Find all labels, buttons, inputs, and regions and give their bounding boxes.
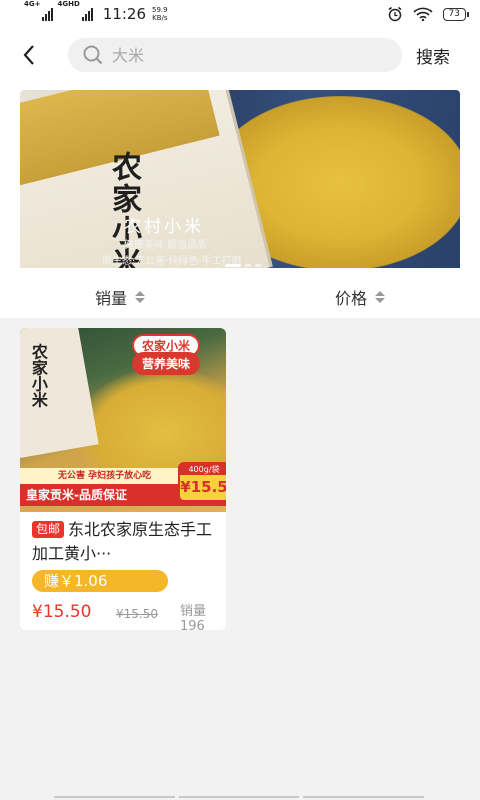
carousel-indicator (225, 264, 261, 267)
chevron-left-icon (23, 45, 34, 65)
clock: 11:26 (102, 5, 147, 23)
original-price: ¥15.50 (116, 607, 158, 621)
back-button[interactable] (22, 40, 52, 70)
banner-subtitle-1: 健康美味·超值品质 (124, 240, 208, 251)
signal-icon (42, 7, 54, 21)
network-type-1: 4G+ (24, 0, 41, 8)
search-input[interactable] (112, 45, 372, 65)
free-shipping-badge: 包邮 (32, 521, 65, 538)
sort-by-sales[interactable]: 销量 (0, 268, 240, 318)
carousel-dot[interactable] (245, 264, 251, 267)
signal-icon-2 (81, 7, 93, 21)
carousel-dot-active[interactable] (225, 264, 241, 267)
sort-arrows-icon (135, 291, 145, 303)
search-icon (83, 45, 103, 65)
badge-price: ¥15.5 (180, 478, 226, 496)
network-type-2: 4GHD (57, 0, 80, 8)
product-title[interactable]: 包邮 东北农家原生态手工加工黄小··· (20, 512, 226, 570)
sales-count: 销量 196 (180, 604, 207, 630)
sort-sales-label: 销量 (94, 289, 127, 308)
banner-subtitle-2: 原生态·无公害·纯绿色·手工打磨 (102, 256, 242, 267)
product-price: ¥15.50 (32, 602, 92, 622)
wifi-icon (412, 7, 433, 21)
banner-section: 农家小米 农村小米 健康美味·超值品质 原生态·无公害·纯绿色·手工打磨 (0, 82, 480, 275)
banner-carousel[interactable]: 农家小米 农村小米 健康美味·超值品质 原生态·无公害·纯绿色·手工打磨 (20, 90, 460, 275)
sort-arrows-icon (375, 291, 385, 303)
product-bag-text: 农家小米 (28, 343, 48, 408)
battery-icon: 73 (442, 7, 470, 21)
banner-title: 农村小米 (124, 217, 204, 237)
bottom-divider (54, 796, 425, 798)
badge-weight: 400g/袋 (180, 464, 226, 475)
earn-badge: 赚￥1.06 (32, 570, 168, 592)
sort-by-price[interactable]: 价格 (240, 268, 480, 318)
product-image[interactable]: 农家小米 农家小米 营养美味 无公害 孕妇孩子放心吃 皇家贡米-品质保证 400… (20, 328, 226, 512)
sort-bar: 销量 价格 (0, 268, 480, 318)
product-card[interactable]: 农家小米 农家小米 营养美味 无公害 孕妇孩子放心吃 皇家贡米-品质保证 400… (20, 328, 226, 630)
price-row: ¥15.50 ¥15.50 销量 196 (20, 596, 226, 630)
status-bar: 4G+ 4GHD 11:26 59.9 KB/s 73 (0, 0, 480, 28)
speed-value: 59.9 (152, 6, 168, 14)
network-speed: 59.9 KB/s (152, 6, 168, 22)
search-box[interactable] (68, 38, 402, 72)
sort-price-label: 价格 (334, 289, 367, 308)
product-image-tag-2: 营养美味 (132, 352, 201, 375)
search-header: 搜索 (0, 28, 480, 82)
alarm-icon (388, 6, 402, 22)
speed-unit: KB/s (152, 14, 168, 22)
product-image-price-badge: 400g/袋 ¥15.5 (178, 462, 226, 502)
product-bag: 农家小米 (20, 328, 99, 458)
search-button[interactable]: 搜索 (416, 43, 450, 68)
carousel-dot[interactable] (255, 264, 261, 267)
